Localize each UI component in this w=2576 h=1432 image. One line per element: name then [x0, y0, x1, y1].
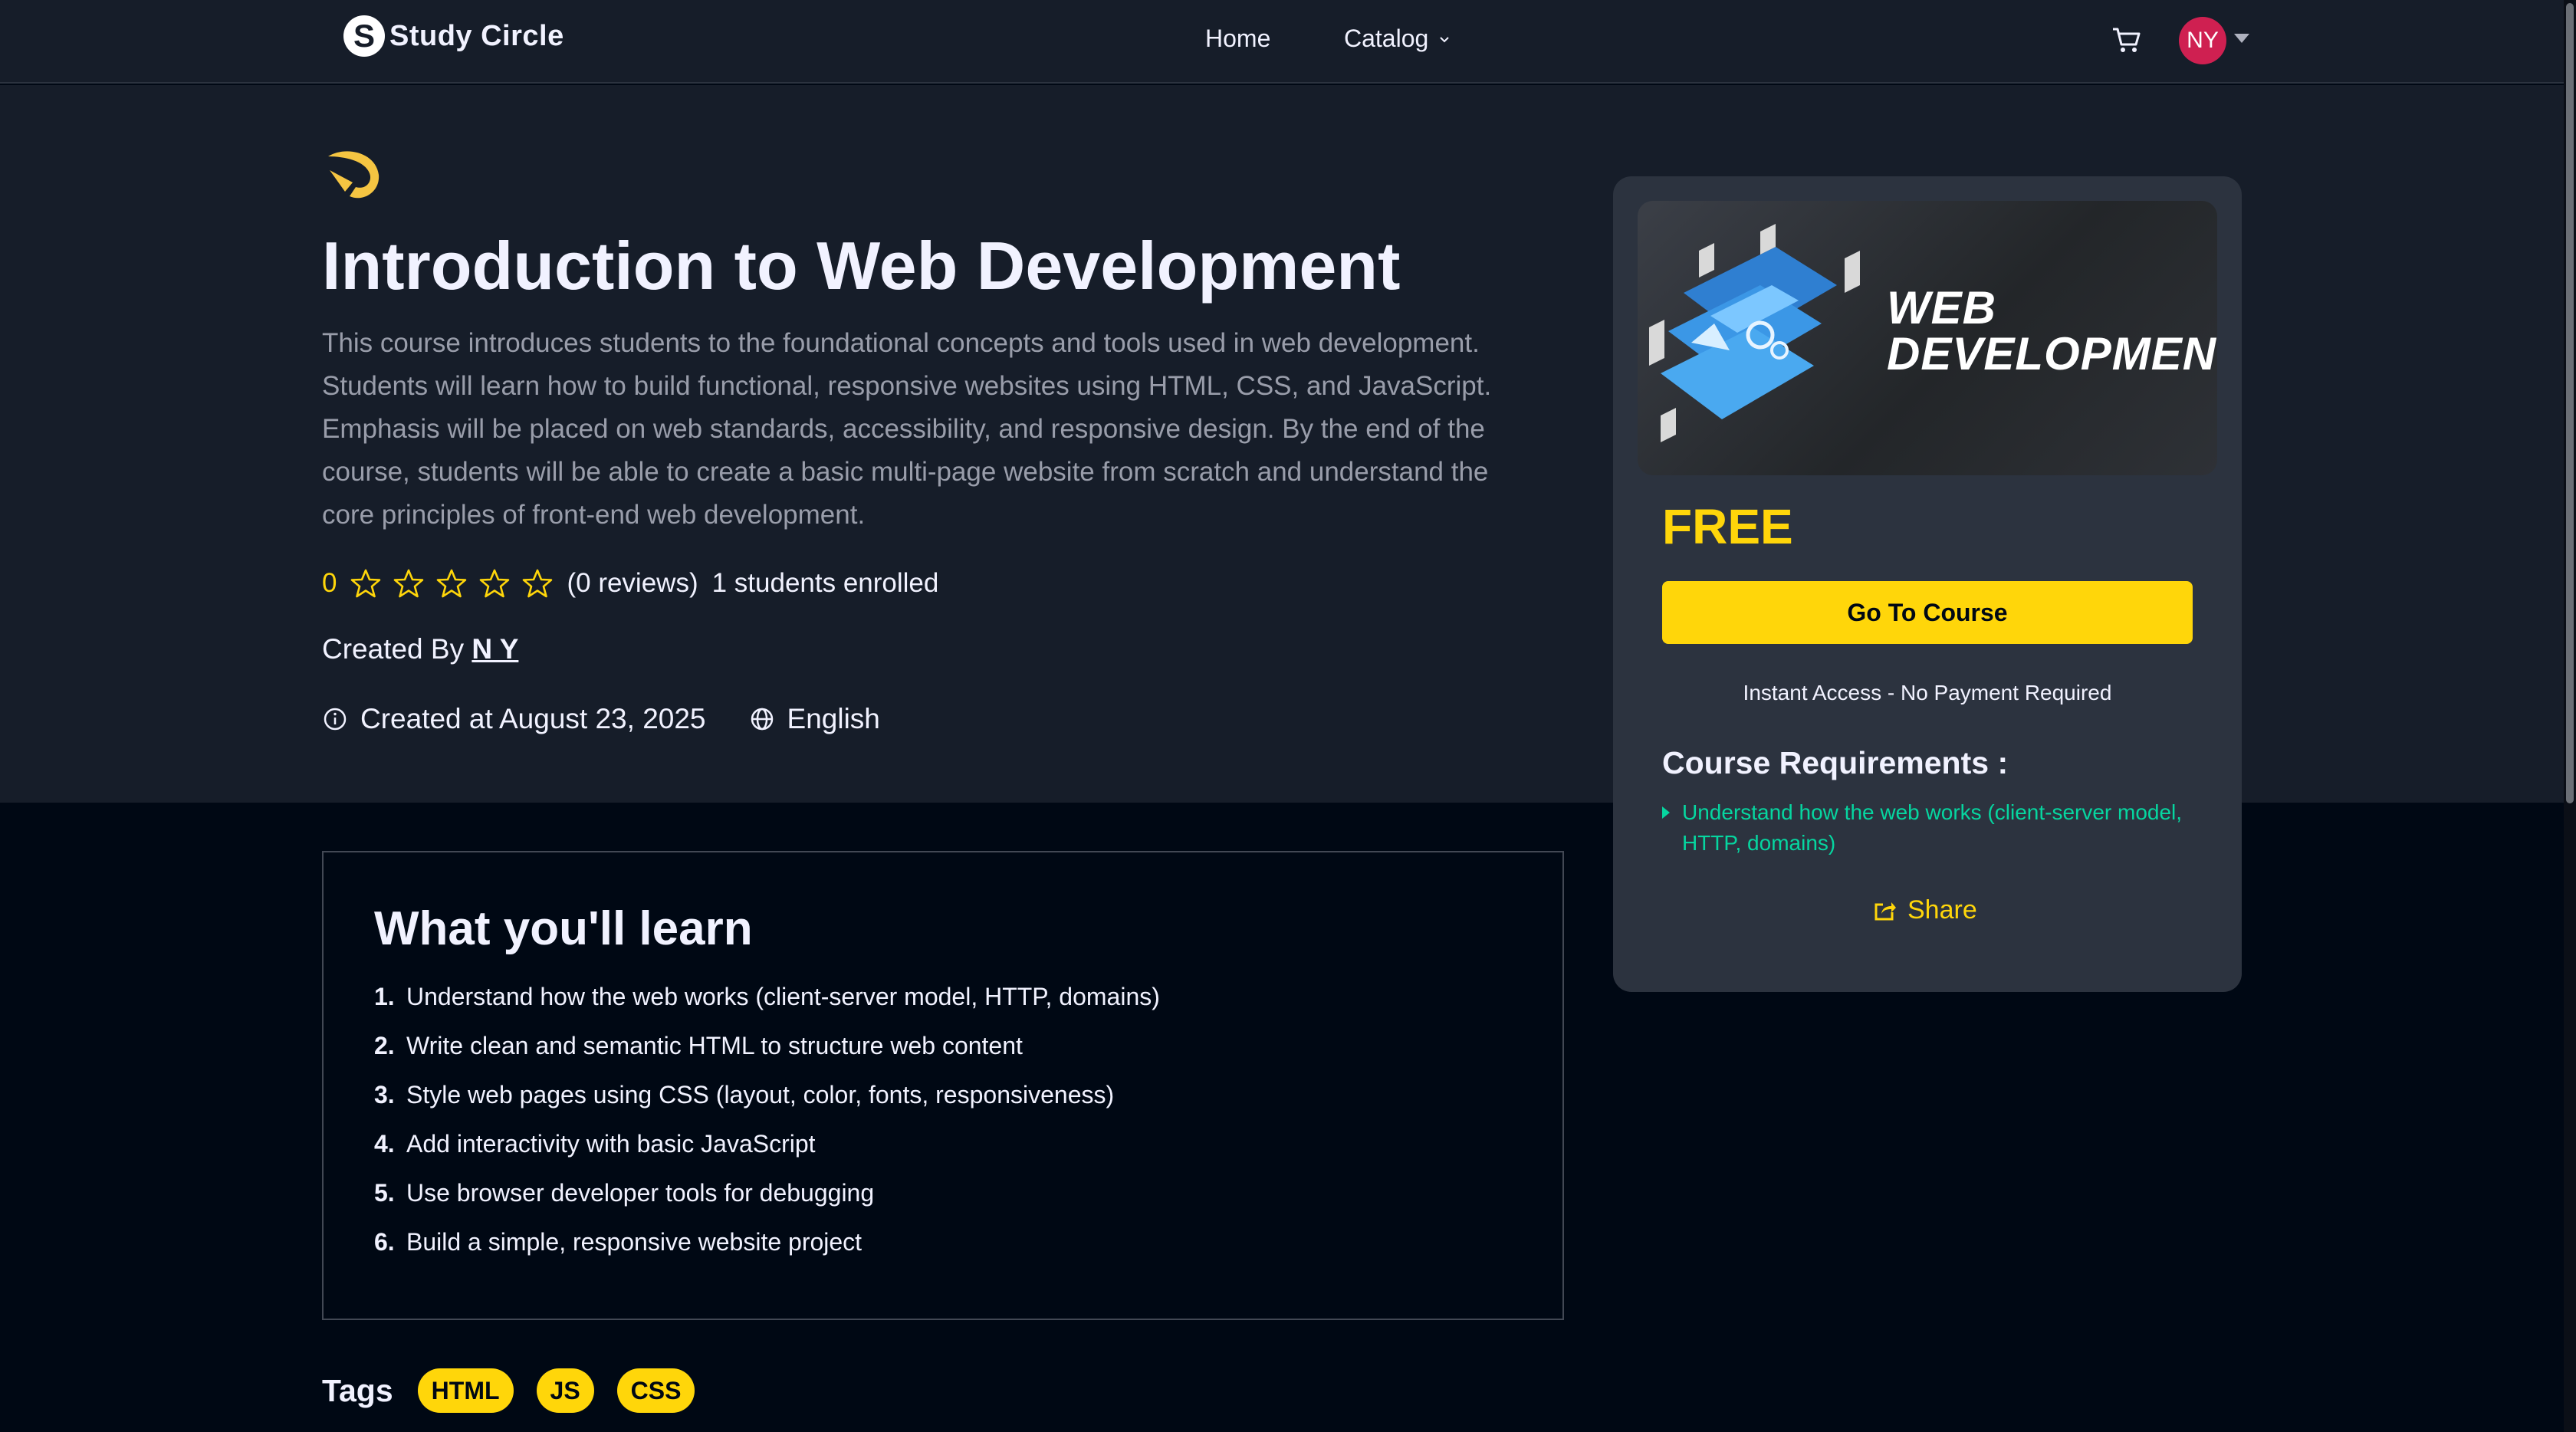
created-date: Created at August 23, 2025	[360, 703, 706, 734]
share-button[interactable]: Share	[1872, 895, 1977, 925]
what-you-learn-title: What you'll learn	[374, 902, 753, 955]
list-item-number: 4.	[374, 1129, 395, 1158]
nav-link-home[interactable]: Home	[1205, 25, 1270, 53]
requirements-title: Course Requirements :	[1662, 745, 2009, 780]
course-thumbnail: WEB DEVELOPMENT	[1638, 201, 2217, 475]
info-icon	[324, 708, 347, 731]
avatar-dropdown-caret-icon[interactable]	[2234, 34, 2249, 43]
list-item-text: Use browser developer tools for debuggin…	[406, 1178, 875, 1207]
brand-logo-icon: S	[343, 15, 385, 57]
list-item-text: Understand how the web works (client-ser…	[406, 982, 1160, 1010]
rating-stars	[350, 568, 553, 599]
course-purchase-card: WEB DEVELOPMENT FREE Go To Course Instan…	[1613, 176, 2242, 992]
globe-icon	[751, 708, 773, 731]
thumbnail-caption: WEB DEVELOPMENT	[1887, 285, 2217, 377]
list-item: 1. Understand how the web works (client-s…	[374, 972, 1160, 1021]
course-language: English	[787, 703, 880, 734]
share-icon	[1875, 902, 1896, 920]
brand-name: Study Circle	[389, 19, 564, 52]
access-note: Instant Access - No Payment Required	[1743, 681, 2112, 705]
cart-icon[interactable]	[2110, 23, 2144, 57]
what-you-learn-section: What you'll learn 1. Understand how the w…	[322, 851, 1564, 1320]
tag-css[interactable]: CSS	[616, 1368, 695, 1413]
list-item-number: 6.	[374, 1227, 395, 1256]
star-outline-icon	[437, 569, 467, 598]
course-tags: Tags HTML JS CSS	[322, 1368, 695, 1414]
requirement-item: Understand how the web works (client-ser…	[1662, 797, 2199, 859]
list-item-number: 2.	[374, 1031, 395, 1059]
star-outline-icon	[480, 569, 510, 598]
course-meta: Created at August 23, 2025 English	[322, 699, 880, 739]
list-item-text: Write clean and semantic HTML to structu…	[406, 1031, 1023, 1059]
thumbnail-caption-line2: DEVELOPMENT	[1887, 328, 2217, 379]
star-outline-icon	[523, 569, 553, 598]
instructor-link[interactable]: N Y	[472, 633, 518, 665]
course-logo-icon	[328, 151, 380, 199]
course-title: Introduction to Web Development	[322, 228, 1401, 304]
created-by: Created By N Y	[322, 633, 518, 665]
list-item-number: 3.	[374, 1080, 395, 1108]
tags-label: Tags	[322, 1372, 393, 1408]
share-label: Share	[1907, 895, 1977, 925]
thumbnail-caption-line1: WEB	[1887, 282, 1996, 333]
rating-value: 0	[322, 568, 337, 598]
brand-logo-link[interactable]: S Study Circle	[343, 15, 564, 57]
review-count: (0 reviews)	[567, 568, 698, 598]
list-item: 2. Write clean and semantic HTML to struc…	[374, 1021, 1160, 1070]
learning-outcomes-list: 1. Understand how the web works (client-s…	[374, 972, 1160, 1266]
list-item: 5. Use browser developer tools for debugg…	[374, 1168, 1160, 1217]
list-item-text: Style web pages using CSS (layout, color…	[406, 1080, 1115, 1108]
course-description: This course introduces students to the f…	[322, 328, 1492, 530]
requirement-text: Understand how the web works (client-ser…	[1682, 800, 2183, 855]
web-tech-illustration	[1649, 224, 1860, 442]
chevron-down-icon	[1440, 36, 1450, 42]
list-item-number: 1.	[374, 982, 395, 1010]
nav-catalog-label: Catalog	[1344, 25, 1429, 52]
tag-html[interactable]: HTML	[417, 1368, 514, 1413]
list-item: 3. Style web pages using CSS (layout, col…	[374, 1070, 1160, 1119]
list-item-number: 5.	[374, 1178, 395, 1207]
enrolled-count: 1 students enrolled	[711, 568, 939, 598]
course-price: FREE	[1662, 499, 1793, 554]
list-item: 6. Build a simple, responsive website pro…	[374, 1217, 1160, 1266]
list-item-text: Build a simple, responsive website proje…	[406, 1227, 863, 1256]
go-to-course-button[interactable]: Go To Course	[1662, 581, 2193, 644]
star-outline-icon	[351, 569, 381, 598]
tag-js[interactable]: JS	[536, 1368, 594, 1413]
nav-link-catalog[interactable]: Catalog	[1344, 25, 1451, 53]
star-outline-icon	[394, 569, 424, 598]
created-by-label: Created By	[322, 633, 465, 665]
user-avatar[interactable]: NY	[2179, 17, 2226, 64]
page-scrollbar-thumb[interactable]	[2566, 3, 2574, 803]
caret-right-icon	[1662, 806, 1670, 819]
rating-row: 0 (0 reviews) 1 students enrolled	[322, 564, 938, 603]
list-item: 4. Add interactivity with basic JavaScrip…	[374, 1119, 1160, 1168]
top-navbar: S Study Circle Home Catalog NY	[0, 0, 2564, 84]
list-item-text: Add interactivity with basic JavaScript	[406, 1129, 816, 1158]
